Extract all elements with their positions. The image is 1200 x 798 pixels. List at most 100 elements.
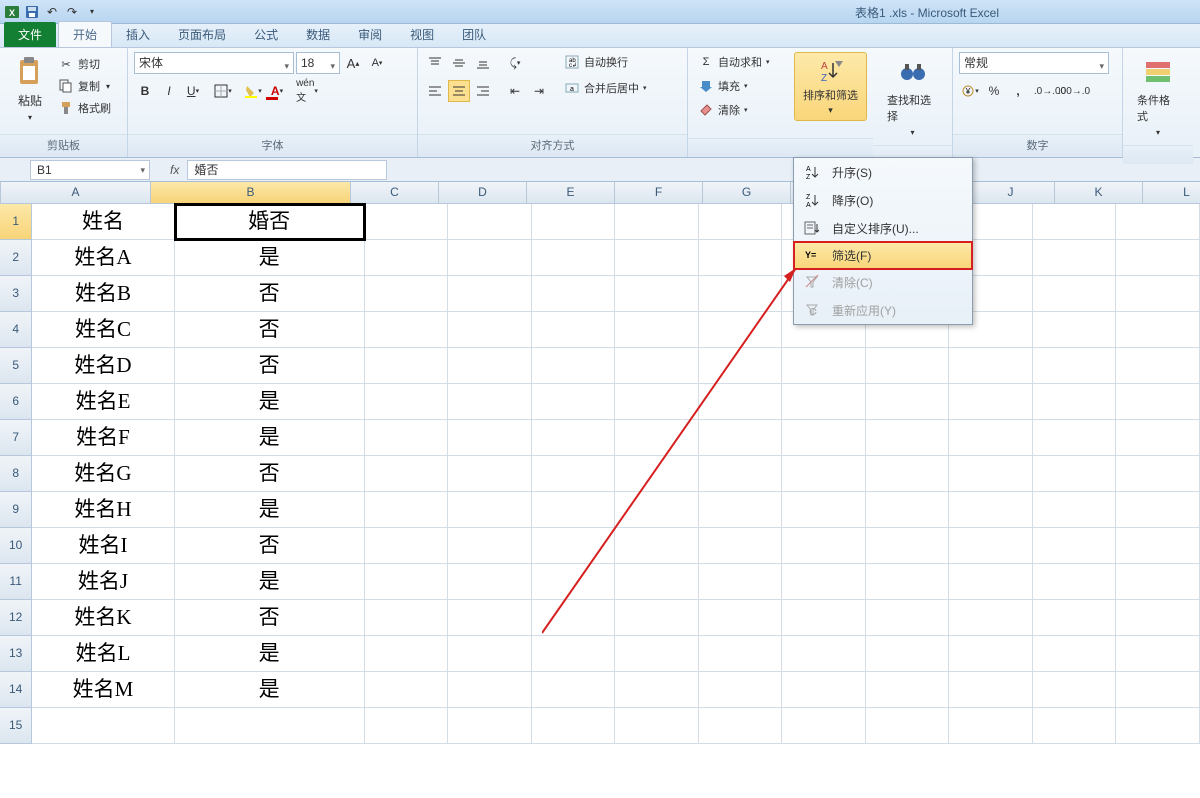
increase-indent-button[interactable]: ⇥ bbox=[528, 80, 550, 102]
cell-E1[interactable] bbox=[532, 204, 616, 240]
qat-dropdown-icon[interactable]: ▾ bbox=[84, 4, 100, 20]
menu-sort-asc[interactable]: AZ升序(S) bbox=[794, 158, 972, 186]
cell-D12[interactable] bbox=[448, 600, 532, 636]
cell-K7[interactable] bbox=[1033, 420, 1117, 456]
cell-B14[interactable]: 是 bbox=[175, 672, 365, 708]
cell-J14[interactable] bbox=[949, 672, 1033, 708]
row-header-2[interactable]: 2 bbox=[0, 240, 32, 276]
align-right-button[interactable] bbox=[472, 80, 494, 102]
tab-insert[interactable]: 插入 bbox=[112, 22, 164, 47]
save-icon[interactable] bbox=[24, 4, 40, 20]
cell-G8[interactable] bbox=[699, 456, 783, 492]
cell-F9[interactable] bbox=[615, 492, 699, 528]
cell-A9[interactable]: 姓名H bbox=[32, 492, 174, 528]
cell-K3[interactable] bbox=[1033, 276, 1117, 312]
cell-C14[interactable] bbox=[365, 672, 449, 708]
cell-G1[interactable] bbox=[699, 204, 783, 240]
menu-filter[interactable]: Y=筛选(F) bbox=[793, 241, 973, 269]
cell-G13[interactable] bbox=[699, 636, 783, 672]
cell-H13[interactable] bbox=[782, 636, 866, 672]
cell-F14[interactable] bbox=[615, 672, 699, 708]
font-color-button[interactable]: A▾ bbox=[266, 80, 288, 102]
cell-L5[interactable] bbox=[1116, 348, 1200, 384]
percent-button[interactable]: % bbox=[983, 80, 1005, 102]
cell-A15[interactable] bbox=[32, 708, 174, 744]
cell-D5[interactable] bbox=[448, 348, 532, 384]
cell-F15[interactable] bbox=[615, 708, 699, 744]
cell-F13[interactable] bbox=[615, 636, 699, 672]
cell-D1[interactable] bbox=[448, 204, 532, 240]
tab-review[interactable]: 审阅 bbox=[344, 22, 396, 47]
fill-button[interactable]: 填充▾ bbox=[694, 76, 774, 96]
cell-D2[interactable] bbox=[448, 240, 532, 276]
cell-C4[interactable] bbox=[365, 312, 449, 348]
cell-B7[interactable]: 是 bbox=[175, 420, 365, 456]
tab-file[interactable]: 文件 bbox=[4, 22, 56, 47]
cell-F2[interactable] bbox=[615, 240, 699, 276]
cell-E8[interactable] bbox=[532, 456, 616, 492]
cell-K6[interactable] bbox=[1033, 384, 1117, 420]
row-header-15[interactable]: 15 bbox=[0, 708, 32, 744]
cell-H6[interactable] bbox=[782, 384, 866, 420]
col-header-D[interactable]: D bbox=[439, 182, 527, 204]
cell-A3[interactable]: 姓名B bbox=[32, 276, 174, 312]
cell-D8[interactable] bbox=[448, 456, 532, 492]
col-header-J[interactable]: J bbox=[967, 182, 1055, 204]
cell-K10[interactable] bbox=[1033, 528, 1117, 564]
cell-K11[interactable] bbox=[1033, 564, 1117, 600]
cell-L10[interactable] bbox=[1116, 528, 1200, 564]
cell-A12[interactable]: 姓名K bbox=[32, 600, 174, 636]
cell-A6[interactable]: 姓名E bbox=[32, 384, 174, 420]
cell-C5[interactable] bbox=[365, 348, 449, 384]
cell-F3[interactable] bbox=[615, 276, 699, 312]
cell-I9[interactable] bbox=[866, 492, 950, 528]
cell-I8[interactable] bbox=[866, 456, 950, 492]
cell-C1[interactable] bbox=[365, 204, 449, 240]
cell-J15[interactable] bbox=[949, 708, 1033, 744]
cell-E7[interactable] bbox=[532, 420, 616, 456]
cell-J10[interactable] bbox=[949, 528, 1033, 564]
cell-F5[interactable] bbox=[615, 348, 699, 384]
cell-E10[interactable] bbox=[532, 528, 616, 564]
cell-K1[interactable] bbox=[1033, 204, 1117, 240]
col-header-F[interactable]: F bbox=[615, 182, 703, 204]
cell-H8[interactable] bbox=[782, 456, 866, 492]
cell-G9[interactable] bbox=[699, 492, 783, 528]
cell-F12[interactable] bbox=[615, 600, 699, 636]
cell-J8[interactable] bbox=[949, 456, 1033, 492]
menu-sort-desc[interactable]: ZA降序(O) bbox=[794, 186, 972, 214]
cell-F7[interactable] bbox=[615, 420, 699, 456]
row-header-8[interactable]: 8 bbox=[0, 456, 32, 492]
cell-L9[interactable] bbox=[1116, 492, 1200, 528]
menu-custom-sort[interactable]: 自定义排序(U)... bbox=[794, 214, 972, 242]
cell-L11[interactable] bbox=[1116, 564, 1200, 600]
cell-E11[interactable] bbox=[532, 564, 616, 600]
cell-H9[interactable] bbox=[782, 492, 866, 528]
cell-E3[interactable] bbox=[532, 276, 616, 312]
cell-K15[interactable] bbox=[1033, 708, 1117, 744]
decrease-decimal-button[interactable]: .00→.0 bbox=[1063, 80, 1085, 102]
cell-B5[interactable]: 否 bbox=[175, 348, 365, 384]
align-left-button[interactable] bbox=[424, 80, 446, 102]
cell-C10[interactable] bbox=[365, 528, 449, 564]
cell-J7[interactable] bbox=[949, 420, 1033, 456]
cell-L3[interactable] bbox=[1116, 276, 1200, 312]
cell-K9[interactable] bbox=[1033, 492, 1117, 528]
redo-icon[interactable]: ↷ bbox=[64, 4, 80, 20]
cell-H11[interactable] bbox=[782, 564, 866, 600]
cell-H7[interactable] bbox=[782, 420, 866, 456]
cell-G10[interactable] bbox=[699, 528, 783, 564]
number-format-combo[interactable]: 常规 bbox=[959, 52, 1109, 74]
tab-home[interactable]: 开始 bbox=[58, 21, 112, 47]
col-header-K[interactable]: K bbox=[1055, 182, 1143, 204]
cell-F8[interactable] bbox=[615, 456, 699, 492]
decrease-indent-button[interactable]: ⇤ bbox=[504, 80, 526, 102]
row-header-10[interactable]: 10 bbox=[0, 528, 32, 564]
row-header-7[interactable]: 7 bbox=[0, 420, 32, 456]
undo-icon[interactable]: ↶ bbox=[44, 4, 60, 20]
cell-G5[interactable] bbox=[699, 348, 783, 384]
cell-A14[interactable]: 姓名M bbox=[32, 672, 174, 708]
cell-D3[interactable] bbox=[448, 276, 532, 312]
orientation-button[interactable]: ⤹▾ bbox=[504, 52, 526, 74]
cell-L8[interactable] bbox=[1116, 456, 1200, 492]
